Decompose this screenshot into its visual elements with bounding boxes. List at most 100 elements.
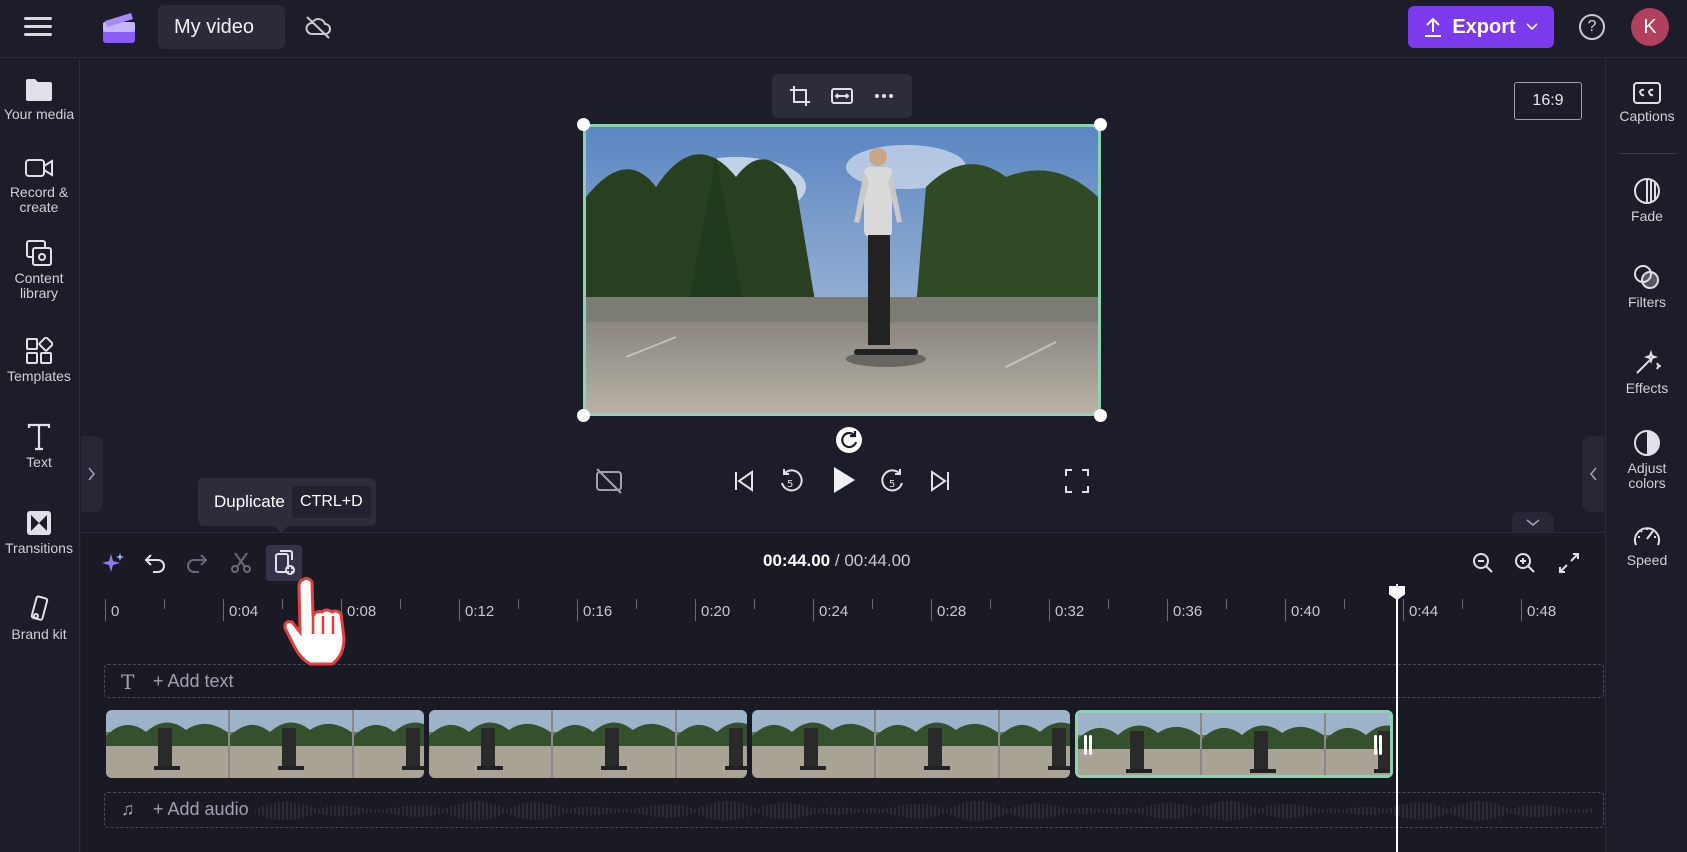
add-audio-track[interactable]: ♫ + Add audio	[104, 792, 1604, 828]
video-clip[interactable]	[752, 710, 1070, 778]
chevron-down-icon	[1526, 519, 1540, 527]
sidebar-item-label: Brand kit	[11, 626, 67, 642]
preview-toolbar	[772, 74, 912, 118]
time-separator: /	[834, 551, 840, 570]
rewind-5-icon[interactable]: 5	[776, 466, 806, 496]
cloud-off-icon[interactable]	[304, 14, 332, 40]
scissors-icon[interactable]	[223, 545, 259, 581]
resize-handle[interactable]	[1094, 118, 1107, 131]
panel-item-filters[interactable]: Filters	[1606, 263, 1687, 310]
sidebar-item-content-library[interactable]: Content library	[0, 239, 78, 301]
panel-item-fade[interactable]: Fade	[1606, 177, 1687, 224]
video-clip[interactable]	[1075, 710, 1393, 778]
undo-icon[interactable]	[137, 545, 173, 581]
add-text-track[interactable]: T + Add text	[104, 664, 1604, 698]
clip-trim-handle[interactable]	[1084, 735, 1094, 757]
ruler-label: 0:28	[937, 603, 967, 620]
magic-icon[interactable]	[95, 545, 131, 581]
ruler-tick	[1403, 599, 1404, 621]
ruler-label: 0:48	[1527, 603, 1557, 620]
brand-kit-icon	[30, 595, 49, 621]
video-frame-image	[586, 127, 1098, 413]
panel-item-label: Adjust colors	[1627, 460, 1667, 491]
project-title[interactable]: My video	[158, 5, 285, 49]
video-clip[interactable]	[106, 710, 424, 778]
sidebar-item-label: Templates	[7, 368, 71, 384]
sidebar-item-text[interactable]: Text	[0, 423, 78, 470]
panel-item-captions[interactable]: Captions	[1606, 81, 1687, 124]
ruler-label: 0:40	[1291, 603, 1321, 620]
ruler-tick-minor	[1226, 599, 1227, 609]
ruler-tick	[223, 599, 224, 621]
svg-text:5: 5	[787, 479, 793, 490]
forward-5-icon[interactable]: 5	[878, 466, 908, 496]
text-icon: T	[121, 670, 135, 694]
sidebar-item-templates[interactable]: Templates	[0, 337, 78, 384]
ruler-tick-minor	[1344, 599, 1345, 609]
captions-off-icon[interactable]	[594, 466, 624, 496]
panel-item-label: Filters	[1627, 294, 1667, 310]
ruler-tick-minor	[636, 599, 637, 609]
export-label: Export	[1452, 15, 1516, 38]
adjust-colors-icon	[1634, 430, 1660, 456]
top-bar: My video Export ? K	[0, 0, 1687, 58]
ruler-label: 0:12	[465, 603, 495, 620]
ruler-tick	[695, 599, 696, 621]
more-icon[interactable]	[872, 84, 896, 108]
resize-handle[interactable]	[1094, 409, 1107, 422]
sidebar-item-transitions[interactable]: Transitions	[0, 509, 78, 556]
chevron-right-icon	[88, 467, 96, 481]
panel-item-effects[interactable]: Effects	[1606, 349, 1687, 396]
help-icon[interactable]: ?	[1579, 14, 1605, 40]
sidebar-item-your-media[interactable]: Your media	[0, 77, 78, 122]
collapse-left-panel-button[interactable]	[81, 436, 103, 512]
avatar[interactable]: K	[1631, 8, 1669, 46]
aspect-ratio-button[interactable]: 16:9	[1514, 82, 1582, 120]
tooltip-label: Duplicate	[214, 492, 285, 511]
crop-icon[interactable]	[788, 84, 812, 108]
duplicate-icon	[275, 550, 295, 575]
ruler-tick	[105, 599, 106, 621]
duplicate-tooltip: Duplicate CTRL+D	[198, 478, 376, 533]
collapse-preview-button[interactable]	[1512, 512, 1554, 532]
zoom-out-icon[interactable]	[1465, 545, 1501, 581]
fullscreen-icon[interactable]	[1062, 466, 1092, 496]
add-audio-label: + Add audio	[153, 799, 249, 819]
svg-text:5: 5	[889, 479, 895, 490]
tooltip-shortcut: CTRL+D	[292, 486, 371, 518]
skip-forward-icon[interactable]	[926, 466, 956, 496]
panel-item-label: Captions	[1619, 108, 1675, 124]
panel-item-adjust-colors[interactable]: Adjust colors	[1606, 429, 1687, 491]
ruler-tick	[1521, 599, 1522, 621]
rotate-icon[interactable]	[836, 427, 862, 453]
speed-icon	[1634, 527, 1660, 546]
ruler-tick	[577, 599, 578, 621]
clip-trim-handle[interactable]	[1374, 735, 1384, 757]
fit-timeline-icon[interactable]	[1551, 545, 1587, 581]
sidebar-item-record-create[interactable]: Record & create	[0, 155, 78, 215]
skip-back-icon[interactable]	[728, 466, 758, 496]
current-time: 00:44.00	[763, 551, 831, 570]
ruler-label: 0:32	[1055, 603, 1085, 620]
resize-handle[interactable]	[577, 118, 590, 131]
resize-handle[interactable]	[577, 409, 590, 422]
export-button[interactable]: Export	[1408, 6, 1554, 48]
ruler-label: 0:16	[583, 603, 613, 620]
redo-icon[interactable]	[179, 545, 215, 581]
ruler-tick	[931, 599, 932, 621]
video-preview[interactable]	[583, 124, 1101, 416]
play-icon[interactable]	[828, 464, 858, 494]
playhead[interactable]	[1396, 584, 1398, 852]
fade-icon	[1634, 178, 1660, 204]
ruler-label: 0:04	[229, 603, 259, 620]
sidebar-item-label: Content library	[14, 270, 64, 301]
collapse-right-panel-button[interactable]	[1582, 436, 1604, 512]
sidebar-item-brand-kit[interactable]: Brand kit	[0, 595, 78, 642]
total-time: 00:44.00	[844, 551, 911, 570]
zoom-in-icon[interactable]	[1507, 545, 1543, 581]
hamburger-menu-icon[interactable]	[24, 14, 54, 40]
fit-icon[interactable]	[830, 84, 854, 108]
video-clip[interactable]	[429, 710, 747, 778]
panel-item-speed[interactable]: Speed	[1606, 523, 1687, 568]
ruler-label: 0:24	[819, 603, 849, 620]
